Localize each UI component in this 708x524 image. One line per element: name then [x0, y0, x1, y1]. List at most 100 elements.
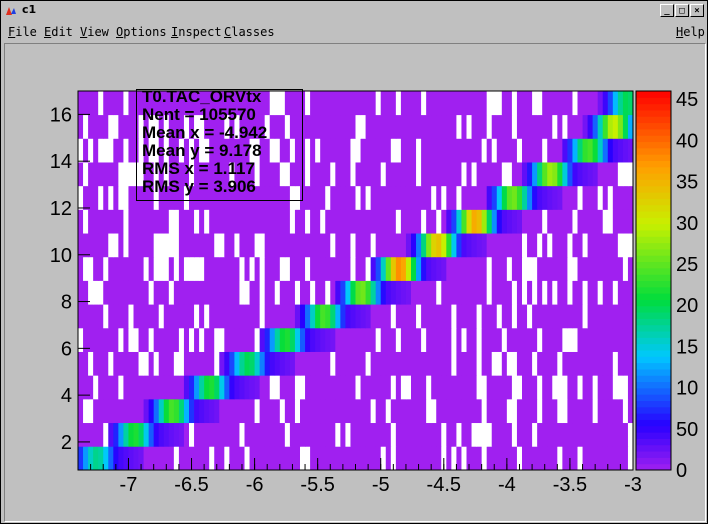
heatmap-cell [385, 91, 392, 116]
heatmap-cell [239, 280, 245, 305]
heatmap-cell [204, 304, 210, 329]
palette-step [636, 312, 671, 319]
heatmap-cell [138, 209, 144, 234]
heatmap-cell [476, 233, 483, 258]
title-bar[interactable]: c1 _ □ × [1, 1, 707, 21]
heatmap-cell [395, 233, 402, 258]
heatmap-cell [153, 233, 160, 258]
heatmap-cell [98, 209, 104, 234]
maximize-button[interactable]: □ [675, 4, 689, 17]
heatmap-cell [340, 398, 346, 424]
heatmap-cell [562, 162, 568, 187]
heatmap-cell [259, 304, 266, 329]
menu-view[interactable]: View [80, 25, 109, 39]
heatmap-cell [380, 209, 387, 234]
heatmap-cell [214, 209, 220, 234]
palette-step [636, 185, 671, 193]
menu-inspect[interactable]: Inspect [171, 25, 222, 39]
heatmap-cell [118, 304, 124, 329]
heatmap-cell [229, 233, 235, 258]
heatmap-cell [269, 375, 276, 400]
heatmap-cell [158, 446, 165, 471]
heatmap-cell [239, 256, 245, 281]
menu-edit[interactable]: Edit [44, 25, 73, 39]
heatmap-cell [173, 209, 180, 234]
heatmap-cell [350, 422, 356, 447]
heatmap-cell [360, 209, 366, 234]
menu-options[interactable]: Options [116, 25, 167, 39]
heatmap-cell [173, 398, 180, 424]
heatmap-cell [572, 162, 578, 187]
heatmap-cell [572, 327, 578, 352]
heatmap-cell [527, 91, 533, 116]
heatmap-cell [436, 280, 442, 305]
plot-canvas[interactable]: -7 -6.5 -6 -5.5 -5 -4.5 -4 -3.5 -3 2 4 6 8 10 12 14 16 0 5… [4, 43, 706, 522]
heatmap-cell [335, 209, 341, 234]
heatmap-cell [411, 398, 417, 424]
heatmap-cell [491, 209, 498, 234]
heatmap-cell [279, 327, 286, 352]
heatmap-cell [128, 304, 134, 329]
heatmap-cell [602, 91, 609, 116]
heatmap-cell [421, 327, 427, 352]
heatmap-cell [370, 375, 377, 400]
heatmap-cell [511, 327, 518, 352]
heatmap-cell [189, 375, 195, 400]
heatmap-cell [148, 233, 155, 258]
heatmap-cell [547, 91, 553, 116]
heatmap-cell [98, 185, 104, 210]
heatmap-cell [214, 304, 220, 329]
heatmap-cell [416, 138, 422, 163]
heatmap-cell [123, 162, 129, 187]
heatmap-cell [602, 351, 609, 376]
heatmap-cell [365, 233, 372, 258]
menu-file[interactable]: File [8, 25, 37, 39]
heatmap-cell [511, 446, 518, 471]
heatmap-cell [557, 162, 563, 187]
heatmap-cell [360, 162, 366, 187]
heatmap-cell [516, 162, 523, 187]
heatmap-cell [431, 114, 437, 139]
heatmap-cell [209, 422, 215, 447]
heatmap-cell [340, 114, 346, 139]
menu-help[interactable]: Help [676, 25, 705, 39]
heatmap-cell [436, 304, 442, 329]
heatmap-cell [416, 233, 422, 258]
heatmap-cell [607, 114, 614, 139]
heatmap-cell [315, 422, 321, 447]
heatmap-cell [340, 280, 346, 305]
heatmap-cell [310, 91, 316, 116]
heatmap-cell [572, 422, 578, 447]
heatmap-cell [310, 185, 316, 210]
heatmap-cell [148, 422, 155, 447]
heatmap-cell [133, 351, 139, 376]
heatmap-cell [441, 280, 447, 305]
heatmap-cell [113, 304, 119, 329]
heatmap-cell [173, 233, 180, 258]
heatmap-cell [506, 256, 513, 281]
heatmap-cell [320, 422, 326, 447]
heatmap-cell [542, 280, 548, 305]
heatmap-cell [506, 351, 513, 376]
heatmap-cell [471, 327, 477, 352]
menu-classes[interactable]: Classes [224, 25, 275, 39]
heatmap-cell [496, 446, 503, 471]
heatmap-cell [466, 398, 472, 424]
heatmap-cell [219, 280, 225, 305]
heatmap-cell [163, 375, 170, 400]
heatmap-cell [466, 233, 472, 258]
stats-box[interactable]: T0.TAC_ORVtx Nent = 105570 Mean x = -4.9… [136, 87, 303, 201]
heatmap-cell [451, 185, 457, 210]
heatmap-cell [365, 114, 372, 139]
minimize-button[interactable]: _ [660, 4, 674, 17]
heatmap-cell [577, 233, 583, 258]
heatmap-cell [284, 398, 291, 424]
heatmap-plot[interactable]: -7 -6.5 -6 -5.5 -5 -4.5 -4 -3.5 -324681012141605… [5, 44, 705, 521]
heatmap-cell [481, 375, 488, 400]
heatmap-cell [264, 375, 271, 400]
heatmap-cell [385, 185, 392, 210]
heatmap-cell [204, 375, 210, 400]
heatmap-cell [506, 209, 513, 234]
heatmap-cell [511, 351, 518, 376]
close-button[interactable]: × [690, 4, 704, 17]
